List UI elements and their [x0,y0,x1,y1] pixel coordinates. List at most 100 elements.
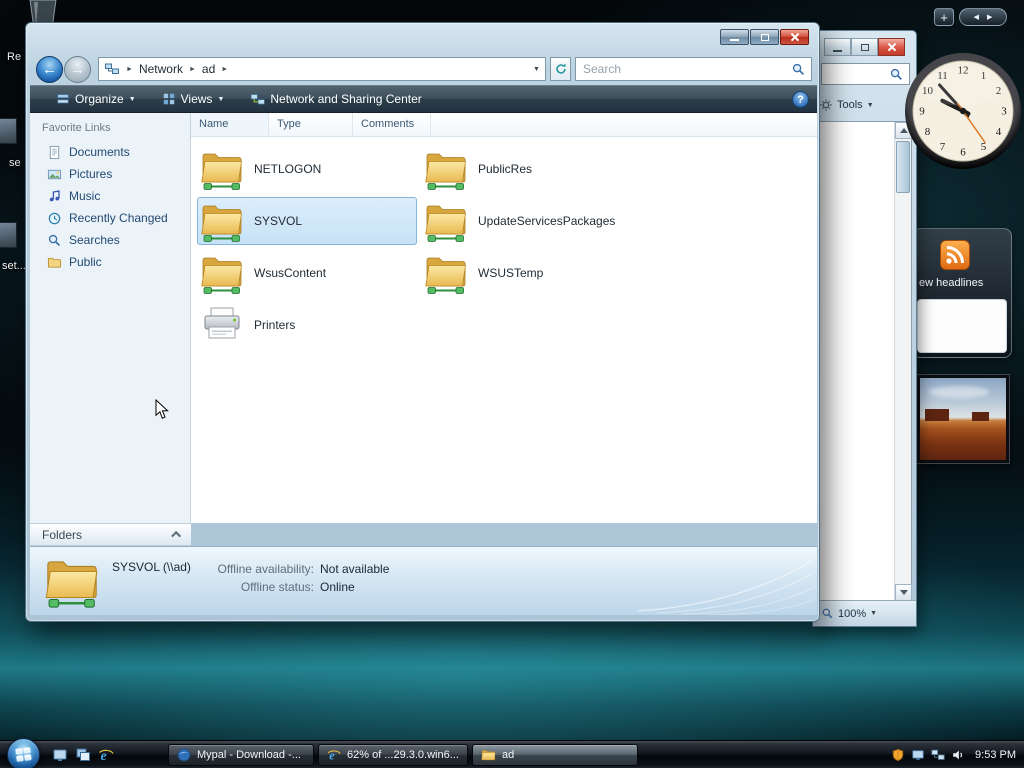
taskbar-button-label: 62% of ...29.3.0.win6... [347,749,459,761]
taskbar-button-download[interactable]: e 62% of ...29.3.0.win6... [318,744,468,766]
documents-icon [49,145,60,159]
back-button[interactable]: ← [36,56,63,83]
file-tile-publicres[interactable]: PublicRes [421,145,641,193]
desktop-icon-fragment[interactable] [0,222,17,248]
file-name: SYSVOL [254,214,303,228]
sidebar-item-music[interactable]: Music [30,185,190,207]
zoom-level[interactable]: 100% [838,608,866,620]
close-button[interactable] [878,38,905,56]
minimize-button[interactable] [824,38,851,56]
organize-label: Organize [75,92,124,106]
refresh-button[interactable] [550,57,571,81]
next-page-button[interactable]: ▶ [987,13,992,21]
printer-icon [204,307,240,339]
clock-gadget[interactable]: 121234567891011 [902,50,1024,172]
sidebar-item-searches[interactable]: Searches [30,229,190,251]
file-tile-updateservicespackages[interactable]: UpdateServicesPackages [421,197,641,245]
plus-icon: + [940,9,948,25]
details-pane: SYSVOL (\\ad) Offline availability: Not a… [30,546,817,615]
breadcrumb-separator-icon: ► [221,65,229,73]
details-field-label: Offline availability: [217,562,315,576]
sidebar-item-pictures[interactable]: Pictures [30,163,190,185]
file-name: WsusContent [254,266,327,280]
window-controls [720,29,809,45]
sidebar-item-documents[interactable]: Documents [30,141,190,163]
network-sharing-center-button[interactable]: Network and Sharing Center [240,88,431,110]
quick-launch: e [52,741,114,768]
chevron-up-icon [171,530,182,541]
sidebar-item-label: Public [69,255,102,269]
refresh-icon [555,63,566,74]
sidebar-controls: + ◀ ▶ [934,8,1007,26]
taskbar-clock[interactable]: 9:53 PM [975,749,1016,761]
svg-text:6: 6 [960,147,966,159]
column-header-type[interactable]: Type [269,113,353,136]
close-button[interactable] [780,29,809,45]
breadcrumb-dropdown-icon[interactable]: ▼ [528,66,545,73]
ie-search-box[interactable] [821,63,910,85]
search-input[interactable] [583,62,791,76]
organize-button[interactable]: Organize ▼ [46,88,146,110]
security-shield-icon[interactable] [891,748,905,762]
file-tile-netlogon[interactable]: NETLOGON [197,145,417,193]
breadcrumb-ad[interactable]: ad [202,62,215,76]
forward-button[interactable]: → [64,56,91,83]
folders-bar[interactable]: Folders [30,523,191,546]
shared-folder-icon [424,251,468,295]
file-tile-sysvol[interactable]: SYSVOL [197,197,417,245]
start-button[interactable] [7,738,40,768]
display-icon[interactable] [911,748,925,762]
chevron-down-icon[interactable]: ▼ [870,610,877,617]
desktop-label-fragment[interactable]: set... [2,260,26,272]
file-tile-printers[interactable]: Printers [197,301,417,349]
feed-gadget[interactable]: ew headlines [912,228,1012,358]
volume-icon[interactable] [951,748,965,762]
window-switcher-icon[interactable] [75,747,91,763]
maximize-button[interactable] [750,29,779,45]
taskbar-button-mypal[interactable]: Mypal - Download -... [168,744,314,766]
scroll-down-button[interactable] [895,584,912,601]
file-tile-wsustemp[interactable]: WSUSTemp [421,249,641,297]
public-folder-icon [47,257,62,268]
show-desktop-icon[interactable] [52,747,68,763]
folder-icon [481,749,496,760]
network-icon [105,63,119,74]
page-content [819,121,912,602]
maximize-button[interactable] [851,38,878,56]
desktop-icon-fragment[interactable] [0,118,17,144]
minimize-button[interactable] [720,29,749,45]
network-icon[interactable] [931,748,945,762]
views-button[interactable]: Views ▼ [152,88,235,110]
shared-folder-icon [424,199,468,243]
previous-page-button[interactable]: ◀ [974,13,979,21]
column-header-name[interactable]: Name [191,113,269,136]
svg-text:8: 8 [925,126,931,138]
tools-button[interactable]: Tools [837,99,863,111]
sidebar-item-recently-changed[interactable]: Recently Changed [30,207,190,229]
file-tile-wsuscontent[interactable]: WsusContent [197,249,417,297]
sidebar-item-public[interactable]: Public [30,251,190,273]
breadcrumb[interactable]: ► Network ► ad ► ▼ [98,57,546,81]
column-header-comments[interactable]: Comments [353,113,431,136]
add-gadget-button[interactable]: + [934,8,954,26]
scrollbar[interactable] [894,122,912,601]
desktop-label-fragment[interactable]: se [9,157,21,169]
internet-explorer-icon[interactable]: e [98,747,114,763]
feed-list[interactable] [917,299,1007,353]
window-controls [824,38,905,56]
photo-gadget[interactable] [916,374,1010,464]
searches-icon [48,234,61,246]
search-box[interactable] [575,57,812,81]
desktop-label-fragment[interactable]: Re [7,51,21,63]
taskbar-button-ad[interactable]: ad [472,744,638,766]
svg-text:7: 7 [940,141,946,153]
taskbar-button-label: ad [502,749,515,761]
feed-headline[interactable]: ew headlines [919,277,1011,289]
help-icon[interactable]: ? [792,91,809,108]
command-bar: Organize ▼ Views ▼ Network and Sharing C… [30,85,817,113]
file-name: WSUSTemp [478,266,544,280]
sidebar-item-label: Music [69,189,101,203]
system-tray: 9:53 PM [885,741,1022,768]
breadcrumb-network[interactable]: Network [139,62,183,76]
breadcrumb-separator-icon: ► [126,65,133,73]
